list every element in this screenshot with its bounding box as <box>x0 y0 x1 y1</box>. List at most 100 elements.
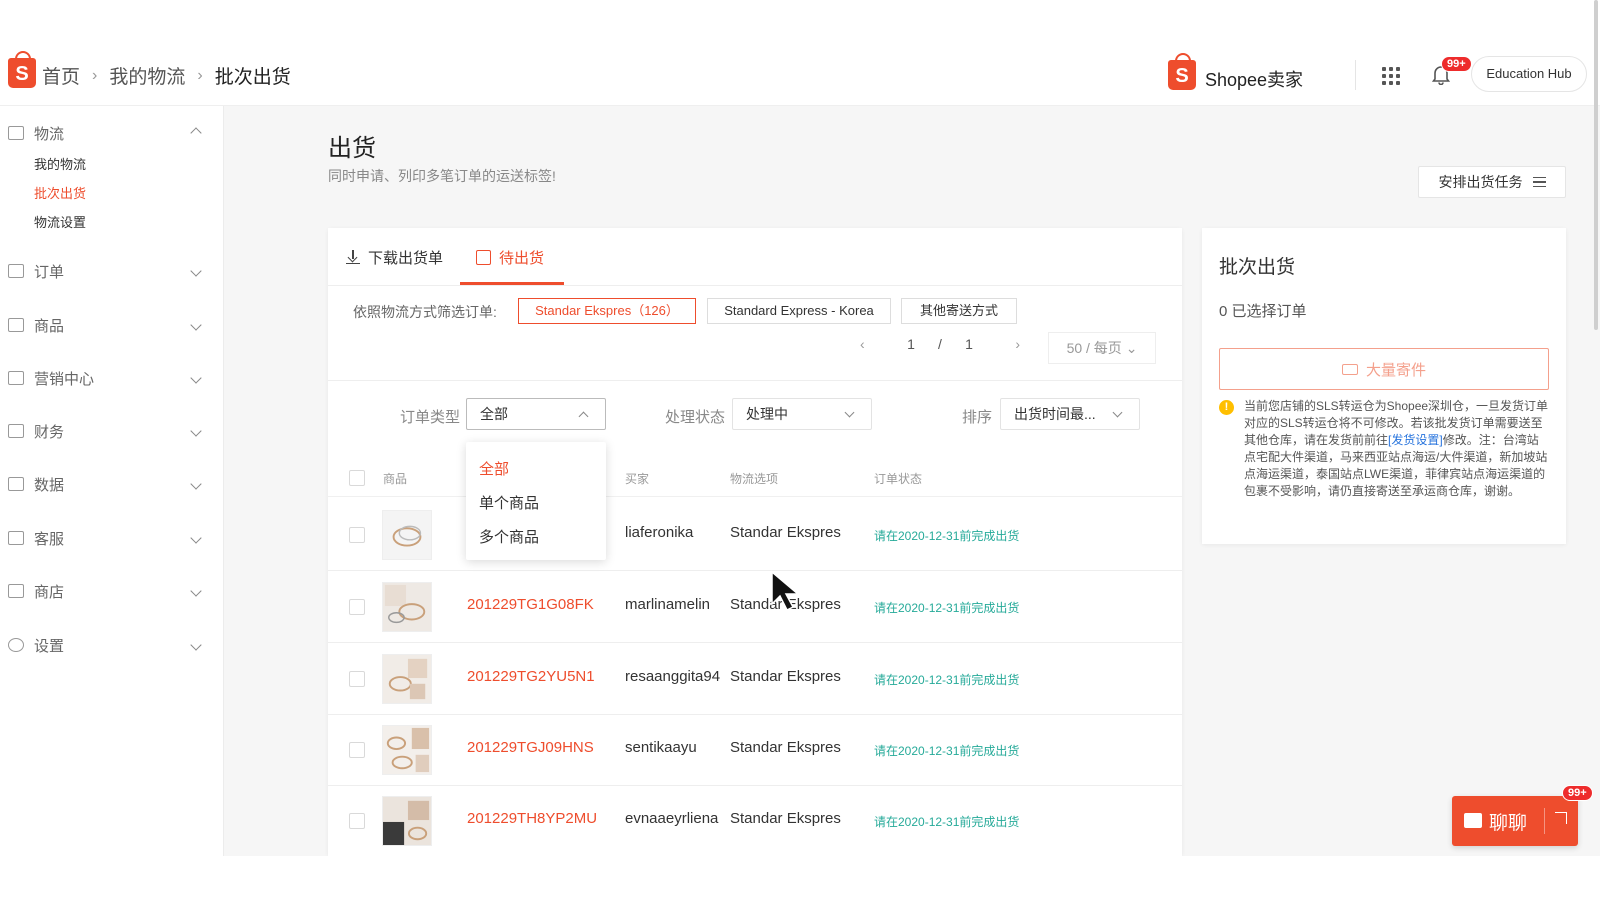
product-thumbnail[interactable] <box>382 510 432 560</box>
mouse-cursor-icon <box>771 570 801 612</box>
order-id[interactable]: 201229TH8YP2MU <box>467 810 597 827</box>
gear-icon <box>8 638 24 652</box>
product-thumbnail[interactable] <box>382 582 432 632</box>
dropdown-option-all[interactable]: 全部 <box>479 458 509 479</box>
page-scrollbar[interactable] <box>1594 0 1598 330</box>
chevron-down-icon <box>190 425 202 437</box>
row-checkbox[interactable] <box>349 671 365 687</box>
apps-grid-icon[interactable] <box>1382 67 1400 85</box>
warehouse-notice: 当前您店铺的SLS转运仓为Shopee深圳仓，一旦发货订单对应的SLS转运仓将不… <box>1244 398 1550 500</box>
shipping-option: Standar Ekspres <box>730 739 841 756</box>
row-checkbox[interactable] <box>349 813 365 829</box>
column-header-buyer: 买家 <box>625 472 650 486</box>
download-icon <box>346 250 360 264</box>
row-checkbox[interactable] <box>349 599 365 615</box>
bulk-ship-label: 大量寄件 <box>1365 361 1426 379</box>
wallet-icon <box>8 424 24 438</box>
per-page-value: 50 / 每页 <box>1066 340 1122 356</box>
product-thumbnail[interactable] <box>382 725 432 775</box>
shipping-settings-link[interactable]: [发货设置] <box>1388 433 1443 447</box>
tab-download-shipping-list[interactable]: 下载出货单 <box>346 228 443 286</box>
dropdown-option-single-item[interactable]: 单个商品 <box>479 492 539 513</box>
sidebar-group-label: 财务 <box>34 423 65 441</box>
sidebar-group-logistics[interactable]: 物流 <box>0 118 224 148</box>
row-checkbox[interactable] <box>349 527 365 543</box>
notification-badge: 99+ <box>1441 56 1472 72</box>
sidebar-item-logistics-settings[interactable]: 物流设置 <box>34 212 86 231</box>
sidebar-group-marketing[interactable]: 营销中心 <box>0 363 224 393</box>
chip-standar-ekspres[interactable]: Standar Ekspres（126） <box>518 298 696 324</box>
order-type-select[interactable]: 全部 <box>466 398 606 430</box>
chevron-down-icon <box>190 639 202 651</box>
seller-brand-title: Shopee卖家 <box>1205 70 1304 90</box>
order-status: 请在2020-12-31前完成出货 <box>874 529 1020 543</box>
arrange-shipping-task-button[interactable]: 安排出货任务 <box>1418 166 1566 198</box>
sidebar-group-orders[interactable]: 订单 <box>0 256 224 286</box>
order-status: 请在2020-12-31前完成出货 <box>874 744 1020 758</box>
per-page-select[interactable]: 50 / 每页 ⌄ <box>1048 332 1156 364</box>
bulk-ship-button[interactable]: 大量寄件 <box>1219 348 1549 390</box>
column-header-product: 商品 <box>383 472 408 486</box>
product-thumbnail[interactable] <box>382 654 432 704</box>
product-thumbnail[interactable] <box>382 796 432 846</box>
divider <box>328 570 1182 571</box>
chevron-right-icon: › <box>197 66 203 84</box>
sidebar-group-label: 商品 <box>34 317 65 335</box>
sidebar-item-my-logistics[interactable]: 我的物流 <box>34 154 86 173</box>
shopee-seller-logo-icon: S <box>1168 53 1196 90</box>
header-divider <box>1355 60 1356 90</box>
chat-badge: 99+ <box>1562 785 1593 801</box>
sidebar-group-customer-service[interactable]: 客服 <box>0 523 224 553</box>
sidebar-item-batch-shipping[interactable]: 批次出货 <box>34 183 86 202</box>
breadcrumb-current: 批次出货 <box>214 67 291 88</box>
sidebar-group-label: 设置 <box>34 637 65 655</box>
chevron-right-icon[interactable]: › <box>984 336 1020 352</box>
chat-bubble-icon <box>1464 813 1482 828</box>
sidebar: 物流 我的物流 批次出货 物流设置 订单 商品 营销中心 财务 数据 客服 商店 <box>0 106 224 856</box>
select-all-checkbox[interactable] <box>349 470 365 486</box>
order-id[interactable]: 201229TG2YU5N1 <box>467 668 595 685</box>
box-icon <box>8 318 24 332</box>
sidebar-group-products[interactable]: 商品 <box>0 310 224 340</box>
sidebar-group-finance[interactable]: 财务 <box>0 416 224 446</box>
divider <box>328 714 1182 715</box>
page-title: 出货 <box>328 135 376 162</box>
process-status-select[interactable]: 处理中 <box>732 398 872 430</box>
expand-icon[interactable] <box>1555 812 1567 824</box>
page-separator: / <box>938 336 942 352</box>
chip-standard-express-korea[interactable]: Standard Express - Korea <box>707 298 891 324</box>
chevron-right-icon: › <box>92 66 98 84</box>
truck-icon <box>8 126 24 140</box>
batch-shipping-panel: 批次出货 0 已选择订单 大量寄件 ! 当前您店铺的SLS转运仓为Shopee深… <box>1202 228 1566 544</box>
chevron-up-icon <box>578 411 589 422</box>
top-header: S 首页 › 我的物流 › 批次出货 S Shopee卖家 99+ Educat… <box>0 40 1600 106</box>
chevron-down-icon <box>190 319 202 331</box>
sidebar-group-shop[interactable]: 商店 <box>0 576 224 606</box>
sidebar-group-label: 营销中心 <box>34 370 95 388</box>
row-checkbox[interactable] <box>349 742 365 758</box>
dropdown-option-multiple-items[interactable]: 多个商品 <box>479 526 539 547</box>
process-status-value: 处理中 <box>746 406 788 422</box>
chip-other-shipping[interactable]: 其他寄送方式 <box>901 298 1017 324</box>
batch-panel-title: 批次出货 <box>1219 257 1296 278</box>
shipping-option: Standar Ekspres <box>730 668 841 685</box>
breadcrumb-home[interactable]: 首页 <box>42 62 80 89</box>
package-icon <box>476 249 491 265</box>
sidebar-group-settings[interactable]: 设置 <box>0 630 224 660</box>
sidebar-group-data[interactable]: 数据 <box>0 469 224 499</box>
education-hub-button[interactable]: Education Hub <box>1471 56 1587 92</box>
chat-button[interactable]: 聊聊 <box>1452 796 1578 846</box>
sort-select[interactable]: 出货时间最... <box>1000 398 1140 430</box>
chevron-down-icon <box>190 585 202 597</box>
breadcrumb-my-logistics[interactable]: 我的物流 <box>109 62 185 89</box>
sidebar-group-label: 物流 <box>34 125 65 143</box>
shopee-logo-icon[interactable]: S <box>8 51 36 88</box>
filter-by-logistics-label: 依照物流方式筛选订单: <box>353 304 497 320</box>
chevron-down-icon <box>1112 407 1123 418</box>
order-type-label: 订单类型 <box>400 409 461 426</box>
order-id[interactable]: 201229TG1G08FK <box>467 596 594 613</box>
current-page: 1 <box>907 336 915 352</box>
order-id[interactable]: 201229TGJ09HNS <box>467 739 594 756</box>
tab-to-ship[interactable]: 待出货 <box>476 228 544 286</box>
chevron-left-icon[interactable]: ‹ <box>860 336 896 352</box>
